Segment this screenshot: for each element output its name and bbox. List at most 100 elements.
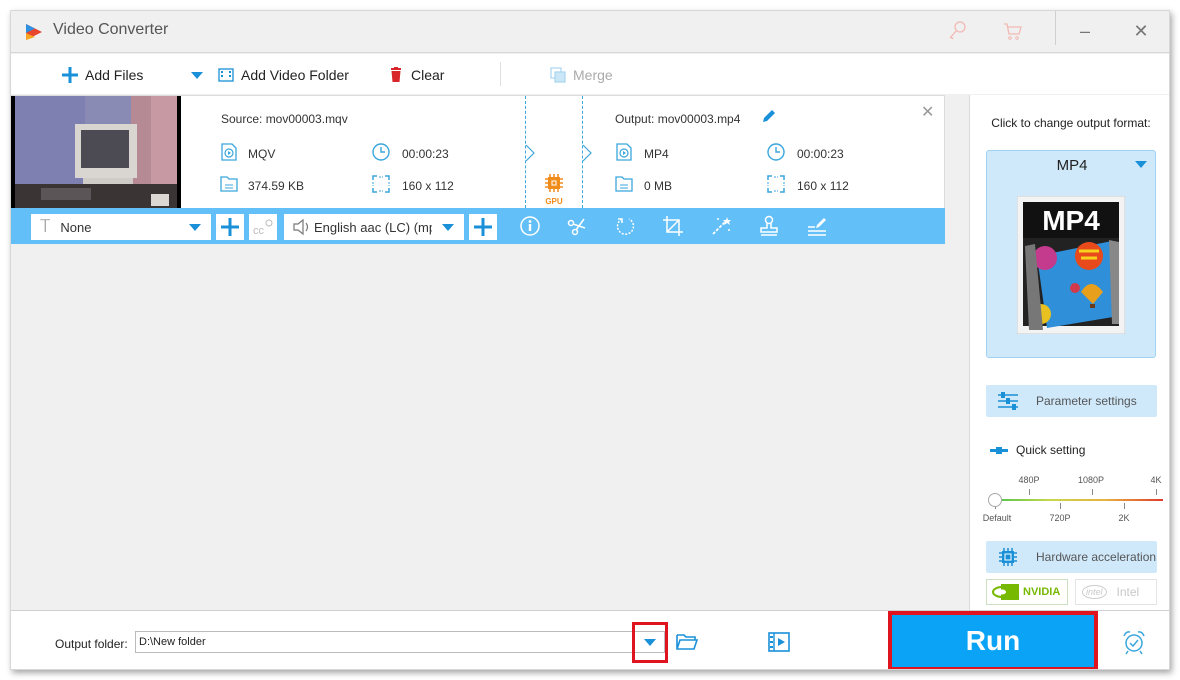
merge-icon [549,66,567,84]
video-folder-icon [217,66,235,84]
hardware-acceleration-button[interactable]: Hardware acceleration [986,541,1157,573]
output-duration: 00:00:23 [797,147,844,161]
slider-label-480p: 480P [1018,475,1040,485]
add-files-button[interactable]: Add Files [61,64,143,86]
add-subtitle-button[interactable] [216,214,244,240]
subtitle-value: None [60,219,92,235]
intel-logo-icon: intel [1082,585,1107,599]
run-button-highlight: Run [888,611,1098,669]
quick-setting-heading: Quick setting [990,443,1085,457]
alarm-clock-icon[interactable] [1121,629,1147,655]
edit-pencil-icon[interactable] [761,108,777,124]
key-icon[interactable] [945,19,969,43]
trash-icon [387,66,405,84]
chip-icon [545,174,563,192]
slider-tick [1156,489,1157,495]
source-duration: 00:00:23 [402,147,449,161]
chevron-down-icon [189,224,201,231]
remove-file-button[interactable]: ✕ [921,102,934,122]
parameter-settings-button[interactable]: Parameter settings [986,385,1157,417]
cart-icon[interactable] [1001,19,1025,43]
hardware-acceleration-label: Hardware acceleration [1036,550,1157,564]
slider-tick [1092,489,1093,495]
nvidia-option[interactable]: NVIDIA [986,579,1068,605]
parameter-settings-label: Parameter settings [1036,394,1137,408]
subtitle-settings-button[interactable]: cc [249,214,277,240]
close-button[interactable]: ✕ [1129,21,1153,42]
file-list-area: Source: mov00003.mqv MQV 00:00:23 374.59… [11,95,969,610]
toolbar: Add Files Add Video Folder Clear Merge [11,54,1169,94]
chevron-down-icon [191,71,203,79]
resolution-icon [767,175,785,193]
add-video-folder-button[interactable]: Add Video Folder [217,64,349,86]
output-folder-input[interactable] [135,631,665,653]
audio-track-value: English aac (LC) (mp [314,219,432,235]
audio-track-select[interactable]: English aac (LC) (mp [284,214,464,240]
open-folder-icon[interactable] [675,631,699,653]
slider-tick [1029,489,1030,495]
chevron-down-icon [442,224,454,231]
slider-label-4k: 4K [1150,475,1162,485]
source-resolution: 160 x 112 [402,179,454,193]
chevron-down-icon [644,639,656,646]
info-icon[interactable] [519,215,541,237]
quality-slider-track[interactable] [994,499,1163,501]
chip-icon [996,546,1020,568]
chevron-right-icon [582,144,592,162]
add-audio-track-button[interactable] [469,214,497,240]
title-separator [1055,11,1056,45]
output-size: 0 MB [644,179,673,193]
clock-icon [372,143,390,161]
minimize-button[interactable]: – [1073,21,1097,42]
crop-icon[interactable] [662,215,684,237]
output-settings-panel: Click to change output format: MP4 MP4 P… [969,95,1169,610]
mp4-format-icon: MP4 [1016,195,1126,335]
file-item: Source: mov00003.mqv MQV 00:00:23 374.59… [11,95,945,244]
bottom-bar: Output folder: Run [11,610,1169,669]
effects-wand-icon[interactable] [710,215,732,237]
output-video-icon[interactable] [767,631,791,653]
run-button[interactable]: Run [892,615,1094,667]
metadata-edit-icon[interactable] [806,215,828,237]
quick-setting-icon [990,446,1008,454]
output-filename: Output: mov00003.mp4 [615,112,741,126]
video-thumbnail[interactable] [11,96,181,208]
output-format-hint: Click to change output format: [991,116,1151,130]
source-format: MQV [248,147,276,161]
intel-option[interactable]: intel Intel [1075,579,1157,605]
rotate-icon[interactable] [614,215,636,237]
chevron-down-icon [1135,161,1147,168]
app-window: Video Converter – ✕ Add Files Add Video … [10,10,1170,670]
thumbnail-image [11,96,181,208]
plus-icon [221,218,239,236]
nvidia-logo-icon [992,584,1019,600]
quality-slider-handle[interactable] [988,493,1002,507]
gpu-indicator[interactable]: GPU [541,174,567,206]
slider-tick [1124,503,1125,509]
clear-button[interactable]: Clear [387,64,444,86]
clock-icon [767,143,785,161]
title-bar: Video Converter – ✕ [11,11,1169,53]
slider-label-1080p: 1080P [1077,475,1105,485]
mp4-image-text: MP4 [1042,205,1100,236]
app-title: Video Converter [53,21,169,38]
output-format-selector[interactable]: MP4 MP4 [986,150,1156,358]
intel-label: Intel [1116,585,1140,599]
merge-button[interactable]: Merge [549,64,613,86]
subtitle-select[interactable]: T None [31,214,211,240]
gpu-label: GPU [545,197,563,206]
slider-label-2k: 2K [1118,513,1130,523]
source-filename: Source: mov00003.mqv [221,112,348,126]
scissors-icon[interactable] [566,215,588,237]
nvidia-label: NVIDIA [1023,586,1061,598]
output-folder-label: Output folder: [55,637,128,651]
add-files-label: Add Files [85,67,144,83]
video-file-icon [221,143,237,161]
watermark-stamp-icon[interactable] [758,215,780,237]
clear-label: Clear [411,67,445,83]
video-file-icon [616,143,632,161]
add-files-dropdown[interactable] [191,64,203,86]
output-folder-dropdown[interactable] [632,622,668,663]
merge-label: Merge [573,67,613,83]
output-format: MP4 [644,147,669,161]
